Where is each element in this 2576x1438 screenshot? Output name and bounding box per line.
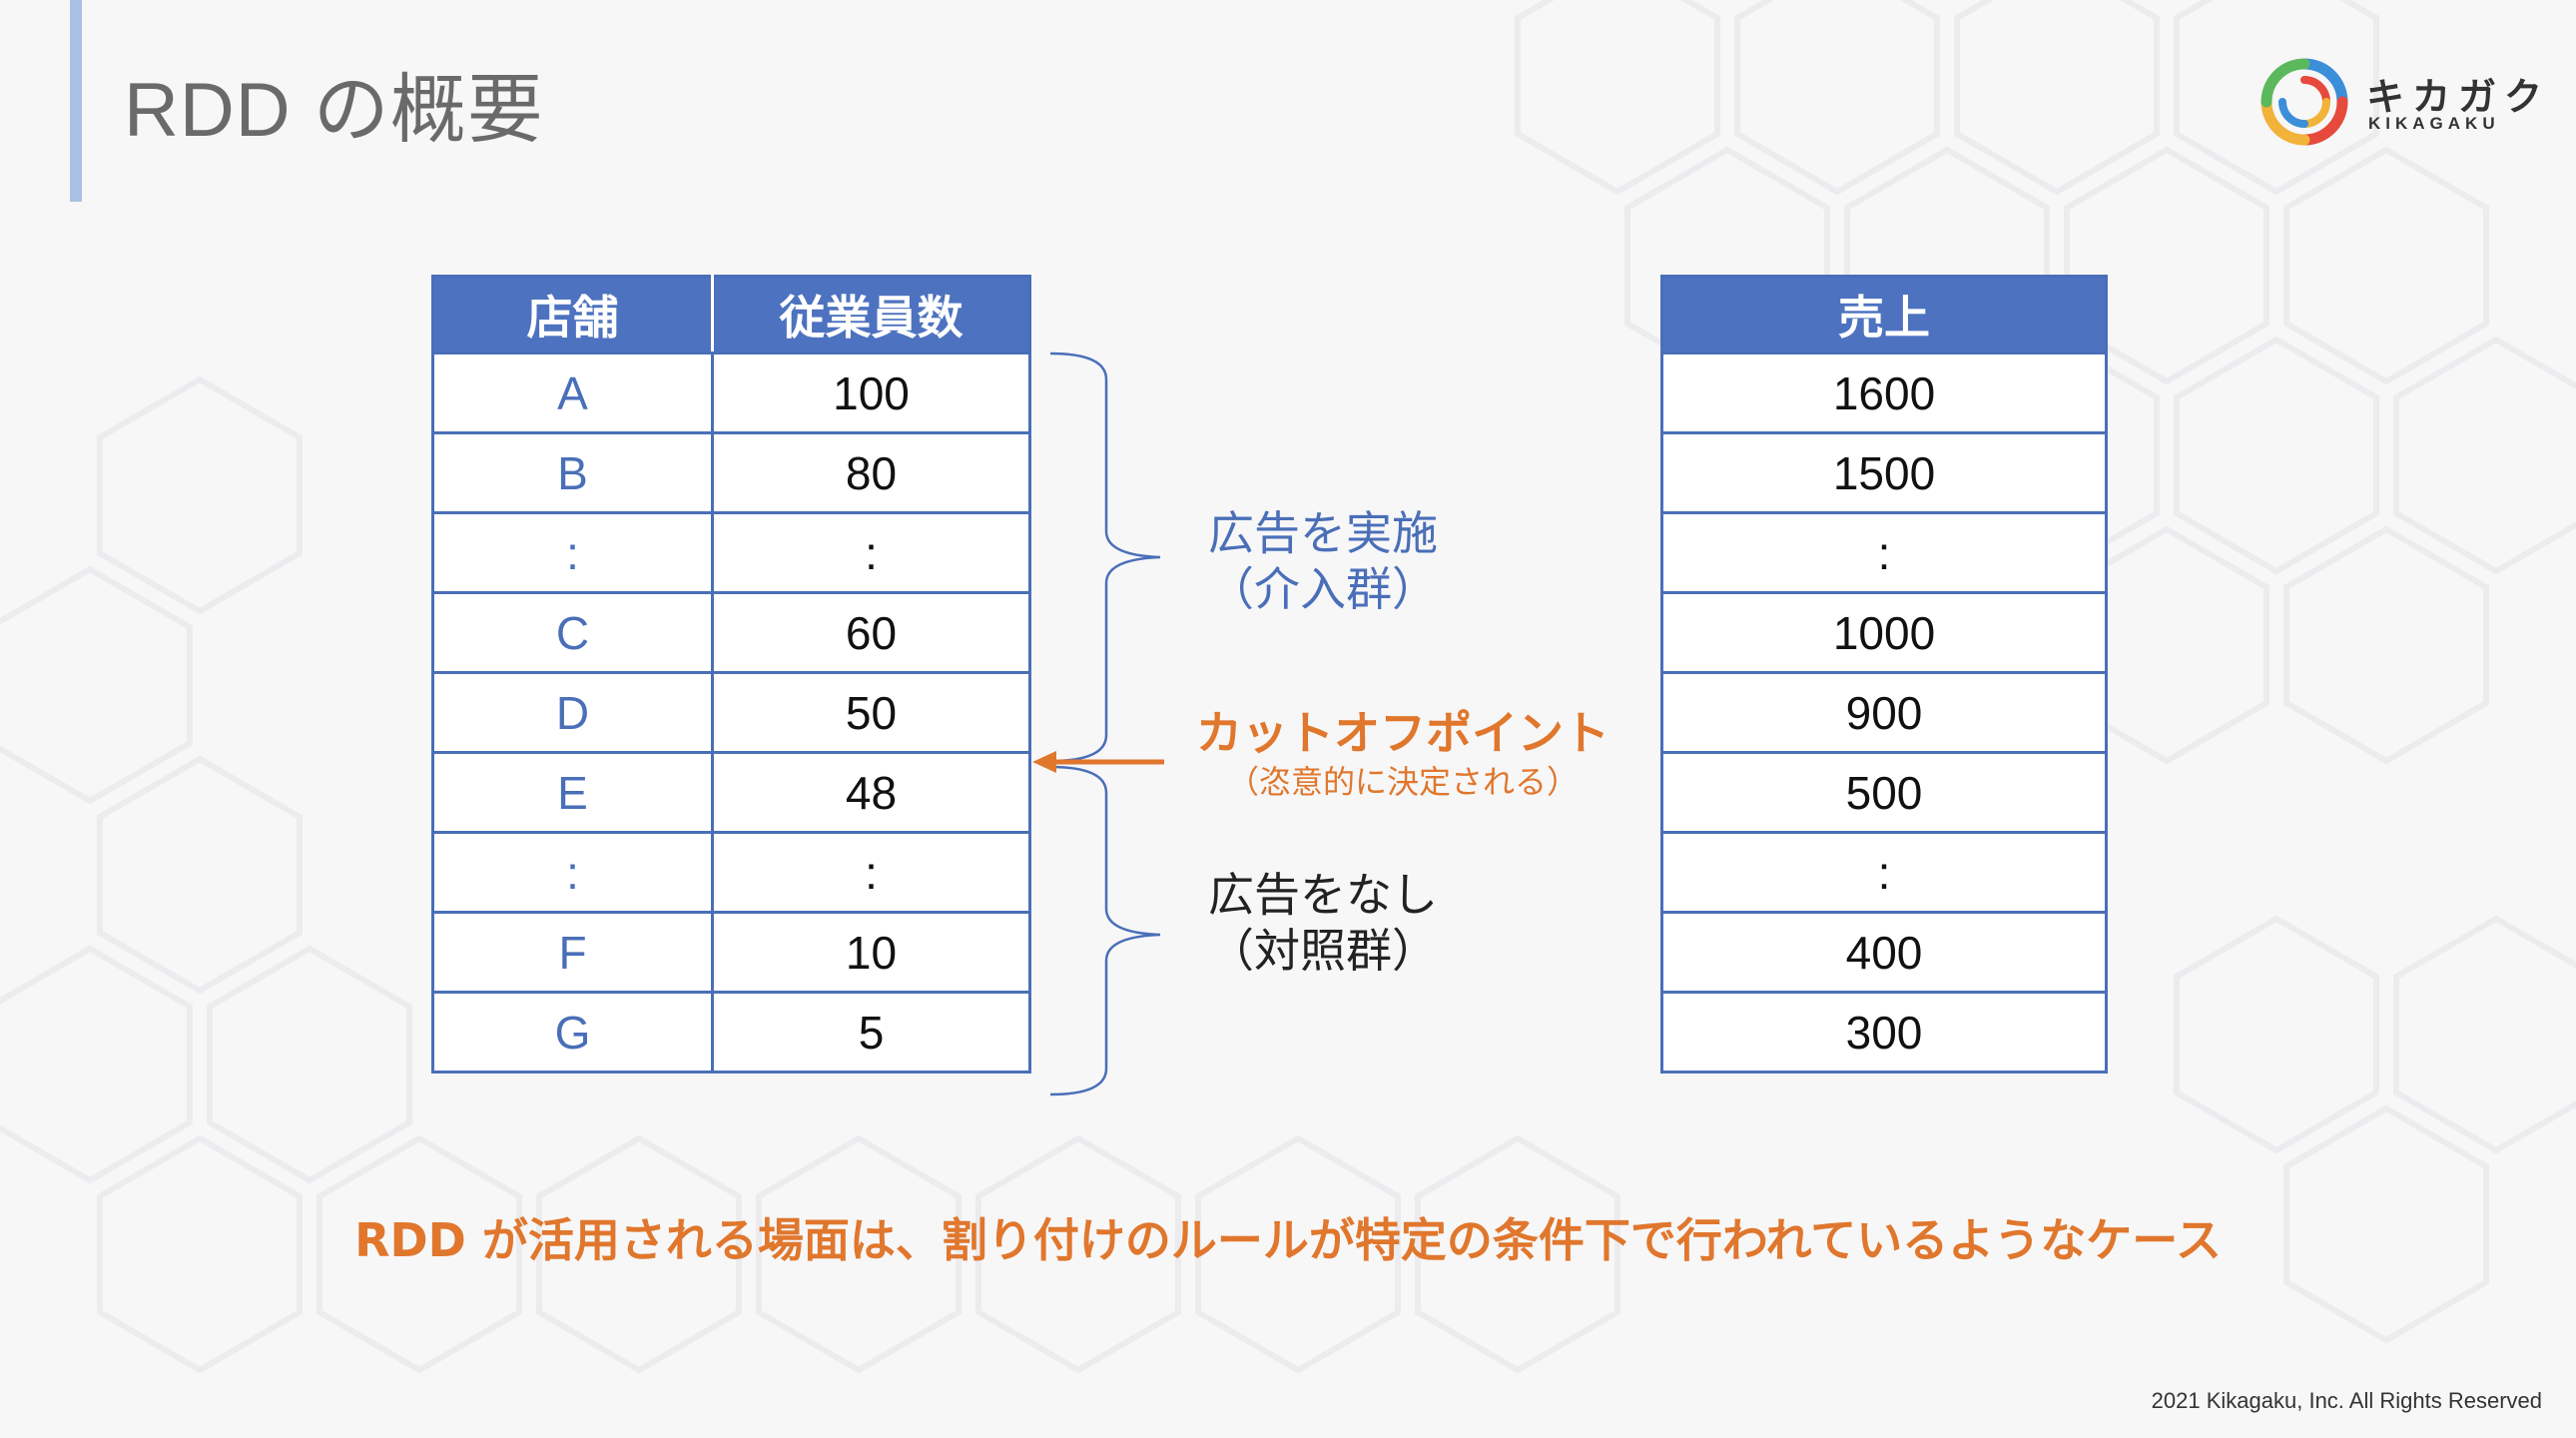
table-row: D 50 — [430, 671, 1031, 754]
treatment-group-label: 広告を実施 （介入群） — [1198, 505, 1448, 617]
sales-cell: 300 — [1660, 991, 2108, 1074]
table-row: E 48 — [430, 751, 1031, 834]
table-row: : — [1660, 831, 2108, 914]
copyright-footer: 2021 Kikagaku, Inc. All Rights Reserved — [2151, 1388, 2542, 1413]
employee-count-cell: 50 — [711, 671, 1031, 754]
employee-count-cell: : — [711, 831, 1031, 914]
logo-swirl-icon — [2260, 58, 2348, 146]
sales-cell: : — [1660, 511, 2108, 594]
store-column-header: 店舗 — [430, 275, 715, 355]
sales-cell: 400 — [1660, 911, 2108, 994]
control-label-line2: （対照群） — [1208, 924, 1438, 978]
cutoff-title: カットオフポイント — [1196, 706, 1610, 760]
store-cell: G — [430, 991, 715, 1074]
table-row: 500 — [1660, 751, 2108, 834]
control-label-line1: 広告をなし — [1208, 868, 1438, 922]
slide-title: RDD の概要 — [124, 68, 544, 153]
title-accent-bar — [70, 0, 82, 202]
store-cell: : — [430, 511, 715, 594]
table-row: 1000 — [1660, 591, 2108, 674]
table-row: C 60 — [430, 591, 1031, 674]
control-group-label: 広告をなし （対照群） — [1198, 867, 1448, 979]
treatment-label-line2: （介入群） — [1208, 562, 1438, 616]
table-row: :: — [430, 831, 1031, 914]
store-cell: B — [430, 431, 715, 514]
conclusion-text: RDD が活用される場面は、割り付けのルールが特定の条件下で行われているようなケ… — [354, 1213, 2222, 1267]
store-cell: D — [430, 671, 715, 754]
logo-latin-text: KIKAGAKU — [2368, 114, 2500, 133]
cutoff-subtitle: （恣意的に決定される） — [1226, 763, 1579, 801]
sales-cell: 500 — [1660, 751, 2108, 834]
store-cell: F — [430, 911, 715, 994]
employee-count-cell: 48 — [711, 751, 1031, 834]
store-cell: E — [430, 751, 715, 834]
employee-count-cell: : — [711, 511, 1031, 594]
table-row: : — [1660, 511, 2108, 594]
sales-table: 売上 1600 1500 : 1000 900 500 : 400 300 — [1660, 275, 2108, 1074]
sales-cell: 1000 — [1660, 591, 2108, 674]
table-header-row: 店舗 従業員数 — [430, 275, 1031, 355]
table-row: F 10 — [430, 911, 1031, 994]
table-row: A 100 — [430, 352, 1031, 434]
sales-cell: : — [1660, 831, 2108, 914]
table-row: G5 — [430, 991, 1031, 1074]
employee-count-column-header: 従業員数 — [711, 275, 1031, 355]
table-row: 900 — [1660, 671, 2108, 754]
kikagaku-logo: キカガク KIKAGAKU — [2258, 56, 2542, 156]
table-row: 1600 — [1660, 352, 2108, 434]
table-row: 300 — [1660, 991, 2108, 1074]
sales-column-header: 売上 — [1660, 275, 2108, 355]
employee-count-cell: 10 — [711, 911, 1031, 994]
sales-cell: 1500 — [1660, 431, 2108, 514]
sales-cell: 900 — [1660, 671, 2108, 754]
employee-count-cell: 80 — [711, 431, 1031, 514]
table-row: 1500 — [1660, 431, 2108, 514]
logo-kana-text: キカガク — [2366, 75, 2551, 119]
table-row: :: — [430, 511, 1031, 594]
store-cell: A — [430, 352, 715, 434]
sales-cell: 1600 — [1660, 352, 2108, 434]
employee-count-cell: 60 — [711, 591, 1031, 674]
table-row: 400 — [1660, 911, 2108, 994]
store-cell: C — [430, 591, 715, 674]
employee-count-cell: 100 — [711, 352, 1031, 434]
employee-count-cell: 5 — [711, 991, 1031, 1074]
cutoff-point-label: カットオフポイント （恣意的に決定される） — [1178, 705, 1627, 803]
store-employee-table: 店舗 従業員数 A 100 B 80 :: C 60 D 50 E 48 :: F 10 G… — [430, 275, 1031, 1074]
treatment-label-line1: 広告を実施 — [1208, 506, 1438, 560]
store-cell: : — [430, 831, 715, 914]
table-header-row: 売上 — [1660, 275, 2108, 355]
table-row: B 80 — [430, 431, 1031, 514]
